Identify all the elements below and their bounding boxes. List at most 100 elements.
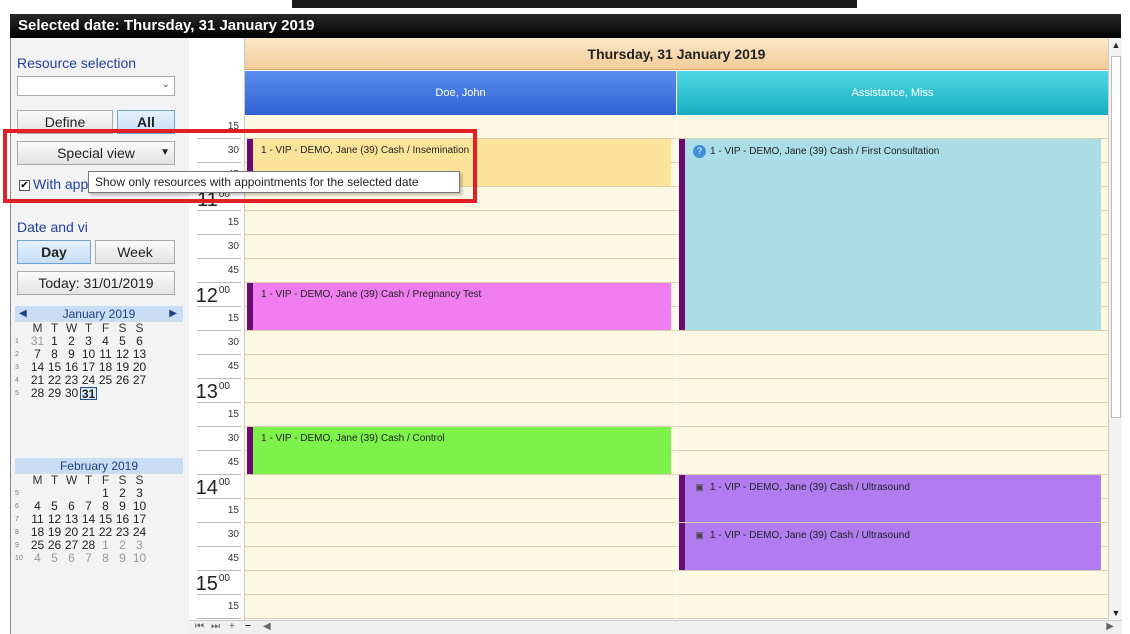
- scroll-down-icon[interactable]: ▼: [1109, 606, 1123, 620]
- day-cell[interactable]: [131, 387, 148, 400]
- day-cell[interactable]: 31: [80, 387, 97, 401]
- binoculars-icon: ▣: [695, 482, 704, 492]
- time-cell[interactable]: [245, 499, 676, 523]
- time-cell[interactable]: [245, 571, 676, 595]
- scroll-thumb[interactable]: [1111, 56, 1121, 418]
- horizontal-toolbar: ⏮ ⏭ + − ◀ ▶: [189, 620, 1122, 634]
- scroll-up-icon[interactable]: ▲: [1109, 38, 1123, 52]
- time-divider: [197, 522, 241, 523]
- time-divider: [197, 474, 241, 475]
- day-cell[interactable]: 25: [97, 374, 114, 387]
- resource-header-doe-john[interactable]: Doe, John: [245, 71, 676, 115]
- hour-label: 1400: [195, 477, 230, 499]
- day-cell[interactable]: 8: [97, 552, 114, 565]
- time-cell[interactable]: [245, 355, 676, 379]
- hour-label: 1200: [195, 285, 230, 307]
- scroll-left-icon[interactable]: ◀: [263, 621, 271, 632]
- time-cell[interactable]: [677, 355, 1108, 379]
- hour-label: 1300: [195, 381, 230, 403]
- time-cell[interactable]: [677, 451, 1108, 475]
- day-cell[interactable]: 27: [131, 374, 148, 387]
- day-cell[interactable]: 5: [46, 552, 63, 565]
- date-view-label: Date and vi: [17, 219, 88, 235]
- time-cell[interactable]: [677, 427, 1108, 451]
- appointment-block[interactable]: 1 - VIP - DEMO, Jane (39) Cash / Pregnan…: [247, 283, 671, 330]
- time-cell[interactable]: [245, 475, 676, 499]
- week-number: 10: [15, 555, 23, 562]
- week-rows: 1 31 1 2 3 4 5 6 2 7 8 9 10 11 12 13 3 14 15 16 17 18 19 20 4 21 2…: [15, 335, 183, 401]
- day-cell[interactable]: 24: [80, 374, 97, 387]
- time-cell[interactable]: [245, 379, 676, 403]
- top-strip: [0, 0, 1130, 14]
- resource-selection-label: Resource selection: [17, 55, 137, 71]
- sidebar: Resource selection ⌄ Define All Special …: [11, 38, 189, 634]
- vertical-scrollbar[interactable]: ▲ ▼: [1108, 38, 1122, 634]
- week-row: 10 4 5 6 7 8 9 10: [15, 552, 183, 565]
- today-button[interactable]: Today: 31/01/2019: [17, 271, 175, 295]
- resource-select[interactable]: ⌄: [17, 76, 175, 96]
- hour-label: 1500: [195, 573, 230, 595]
- schedule-grid: Thursday, 31 January 2019 Doe, John Assi…: [245, 38, 1108, 634]
- day-cell[interactable]: 10: [131, 552, 148, 565]
- day-cell[interactable]: 28: [29, 387, 46, 400]
- weekday-label: W: [65, 473, 78, 487]
- day-header: Thursday, 31 January 2019: [245, 38, 1108, 70]
- time-divider: [197, 306, 241, 307]
- time-cell[interactable]: [245, 235, 676, 259]
- weekday-label: T: [84, 473, 93, 487]
- time-divider: [197, 450, 241, 451]
- time-cell[interactable]: [245, 547, 676, 571]
- day-cell[interactable]: 30: [63, 387, 80, 400]
- time-cell[interactable]: [245, 403, 676, 427]
- time-cell[interactable]: [245, 523, 676, 547]
- day-button[interactable]: Day: [17, 240, 91, 264]
- weekday-row: MTWTFSS: [15, 474, 183, 487]
- day-cell[interactable]: 9: [114, 552, 131, 565]
- time-cell[interactable]: [245, 259, 676, 283]
- day-cell[interactable]: 7: [80, 552, 97, 565]
- help-icon: ?: [693, 145, 706, 158]
- prev-month-icon[interactable]: ◀: [19, 306, 27, 322]
- minical-title: February 2019: [59, 459, 139, 473]
- resource-header-assistance-miss[interactable]: Assistance, Miss: [677, 71, 1108, 115]
- week-button[interactable]: Week: [95, 240, 175, 264]
- day-cell[interactable]: 6: [63, 552, 80, 565]
- day-cell[interactable]: 26: [114, 374, 131, 387]
- last-icon[interactable]: ⏭: [211, 621, 220, 632]
- time-slot-label: 15: [227, 409, 239, 420]
- time-cell[interactable]: [245, 211, 676, 235]
- time-cell[interactable]: [677, 331, 1108, 355]
- day-cell[interactable]: 29: [46, 387, 63, 400]
- add-icon[interactable]: +: [229, 621, 235, 632]
- time-cell[interactable]: [677, 403, 1108, 427]
- time-cell[interactable]: [677, 571, 1108, 595]
- time-column: 1530451100153045120015304513001530451400…: [189, 38, 245, 634]
- time-cell[interactable]: [245, 595, 676, 619]
- time-divider: [197, 330, 241, 331]
- time-cell[interactable]: [677, 379, 1108, 403]
- time-divider: [197, 258, 241, 259]
- week-number: 1: [15, 338, 19, 345]
- first-icon[interactable]: ⏮: [195, 621, 204, 632]
- appointment-block[interactable]: 1 - VIP - DEMO, Jane (39) Cash / Control: [247, 427, 671, 474]
- time-slot-label: 15: [227, 601, 239, 612]
- week-number: 7: [15, 516, 19, 523]
- scroll-right-icon[interactable]: ▶: [1106, 621, 1114, 632]
- time-divider: [197, 570, 241, 571]
- appointment-block[interactable]: ? 1 - VIP - DEMO, Jane (39) Cash / First …: [679, 139, 1101, 330]
- day-cell[interactable]: [114, 387, 131, 400]
- appointment-label: 1 - VIP - DEMO, Jane (39) Cash / Control: [261, 433, 445, 444]
- remove-icon[interactable]: −: [245, 621, 251, 632]
- time-cell[interactable]: [677, 115, 1108, 139]
- time-divider: [197, 282, 241, 283]
- time-slot-label: 15: [227, 505, 239, 516]
- week-number: 8: [15, 529, 19, 536]
- appointment-block[interactable]: ▣ 1 - VIP - DEMO, Jane (39) Cash / Ultras…: [679, 523, 1101, 570]
- day-cell[interactable]: [97, 387, 114, 400]
- calendar-window: Selected date: Thursday, 31 January 2019…: [0, 0, 1130, 634]
- next-month-icon[interactable]: ▶: [169, 306, 177, 322]
- appointment-block[interactable]: ▣ 1 - VIP - DEMO, Jane (39) Cash / Ultras…: [679, 475, 1101, 522]
- time-cell[interactable]: [677, 595, 1108, 619]
- day-cell[interactable]: 4: [29, 552, 46, 565]
- time-cell[interactable]: [245, 331, 676, 355]
